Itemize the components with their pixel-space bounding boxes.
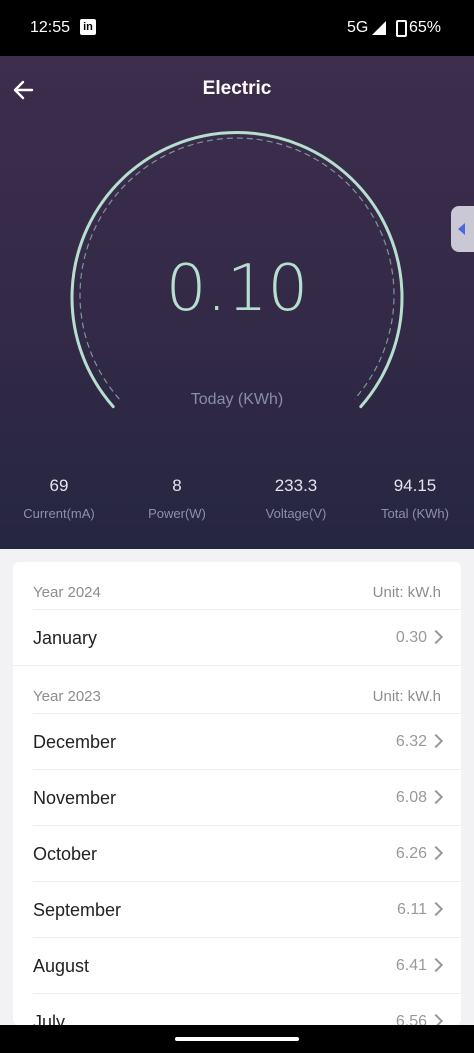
month-value: 6.26: [395, 845, 427, 862]
month-name: October: [33, 844, 98, 864]
linkedin-icon: in: [80, 19, 96, 35]
meter-panel: Electric 0.10 Today (KWh) 69 Current(mA)…: [0, 56, 474, 549]
stat-value: 233.3: [274, 476, 318, 495]
month-value: 6.32: [395, 733, 427, 750]
stat-label: Total (KWh): [381, 506, 449, 521]
month-name: November: [33, 788, 117, 808]
unit-label: Unit: kW.h: [372, 584, 441, 601]
monthly-history-list: Year 2024 Unit: kW.h January 0.30 Year 2…: [13, 562, 461, 1025]
month-name: December: [33, 732, 117, 752]
signal-icon: [372, 21, 386, 35]
month-value: 6.11: [397, 901, 427, 918]
month-row-august[interactable]: August 6.41: [33, 937, 461, 993]
stat-label: Power(W): [148, 506, 206, 521]
month-value: 6.08: [395, 789, 427, 806]
month-value: 6.41: [395, 957, 427, 974]
chevron-right-icon: [428, 845, 444, 861]
month-row-november[interactable]: November 6.08: [33, 769, 461, 825]
year-header: Year 2023 Unit: kW.h: [13, 665, 461, 713]
chevron-left-icon: [458, 223, 465, 235]
year-label: Year 2023: [33, 688, 101, 705]
status-bar: 12:55 in 5G 65%: [0, 0, 474, 56]
network-type: 5G: [347, 19, 369, 36]
today-label: Today (KWh): [190, 391, 284, 408]
battery-level: 65%: [409, 19, 442, 36]
month-name: August: [33, 956, 90, 976]
stat-label: Current(mA): [23, 506, 95, 521]
month-row-july[interactable]: July 6.56: [33, 993, 461, 1025]
stat-power: 8 Power(W): [118, 476, 236, 521]
stat-label: Voltage(V): [265, 506, 327, 521]
stat-current: 69 Current(mA): [0, 476, 118, 521]
year-header: Year 2024 Unit: kW.h: [13, 562, 461, 609]
system-nav-bar: [0, 1025, 474, 1053]
month-row-october[interactable]: October 6.26: [33, 825, 461, 881]
month-name: July: [33, 1012, 66, 1025]
year-label: Year 2024: [33, 584, 101, 601]
stat-total: 94.15 Total (KWh): [356, 476, 474, 521]
chevron-right-icon: [428, 789, 444, 805]
month-value: 6.56: [395, 1013, 427, 1025]
stat-voltage: 233.3 Voltage(V): [237, 476, 355, 521]
home-gesture-handle[interactable]: [175, 1037, 299, 1041]
page-title: Electric: [202, 78, 272, 99]
battery-icon: [396, 20, 407, 37]
month-row-december[interactable]: December 6.32: [33, 713, 461, 769]
status-time: 12:55: [30, 19, 71, 36]
month-row-september[interactable]: September 6.11: [33, 881, 461, 937]
stat-value: 69: [49, 476, 69, 495]
chevron-right-icon: [428, 901, 444, 917]
month-name: January: [33, 628, 98, 648]
month-name: September: [33, 900, 122, 920]
chevron-right-icon: [428, 1013, 444, 1025]
chevron-right-icon: [428, 957, 444, 973]
today-reading: 0.10: [165, 252, 309, 326]
chevron-right-icon: [428, 629, 444, 645]
stat-value: 94.15: [393, 476, 437, 495]
unit-label: Unit: kW.h: [372, 688, 441, 705]
side-panel-tab[interactable]: [451, 206, 474, 252]
stat-value: 8: [172, 476, 182, 495]
month-row-january[interactable]: January 0.30: [33, 609, 461, 665]
month-value: 0.30: [395, 629, 427, 646]
chevron-right-icon: [428, 733, 444, 749]
